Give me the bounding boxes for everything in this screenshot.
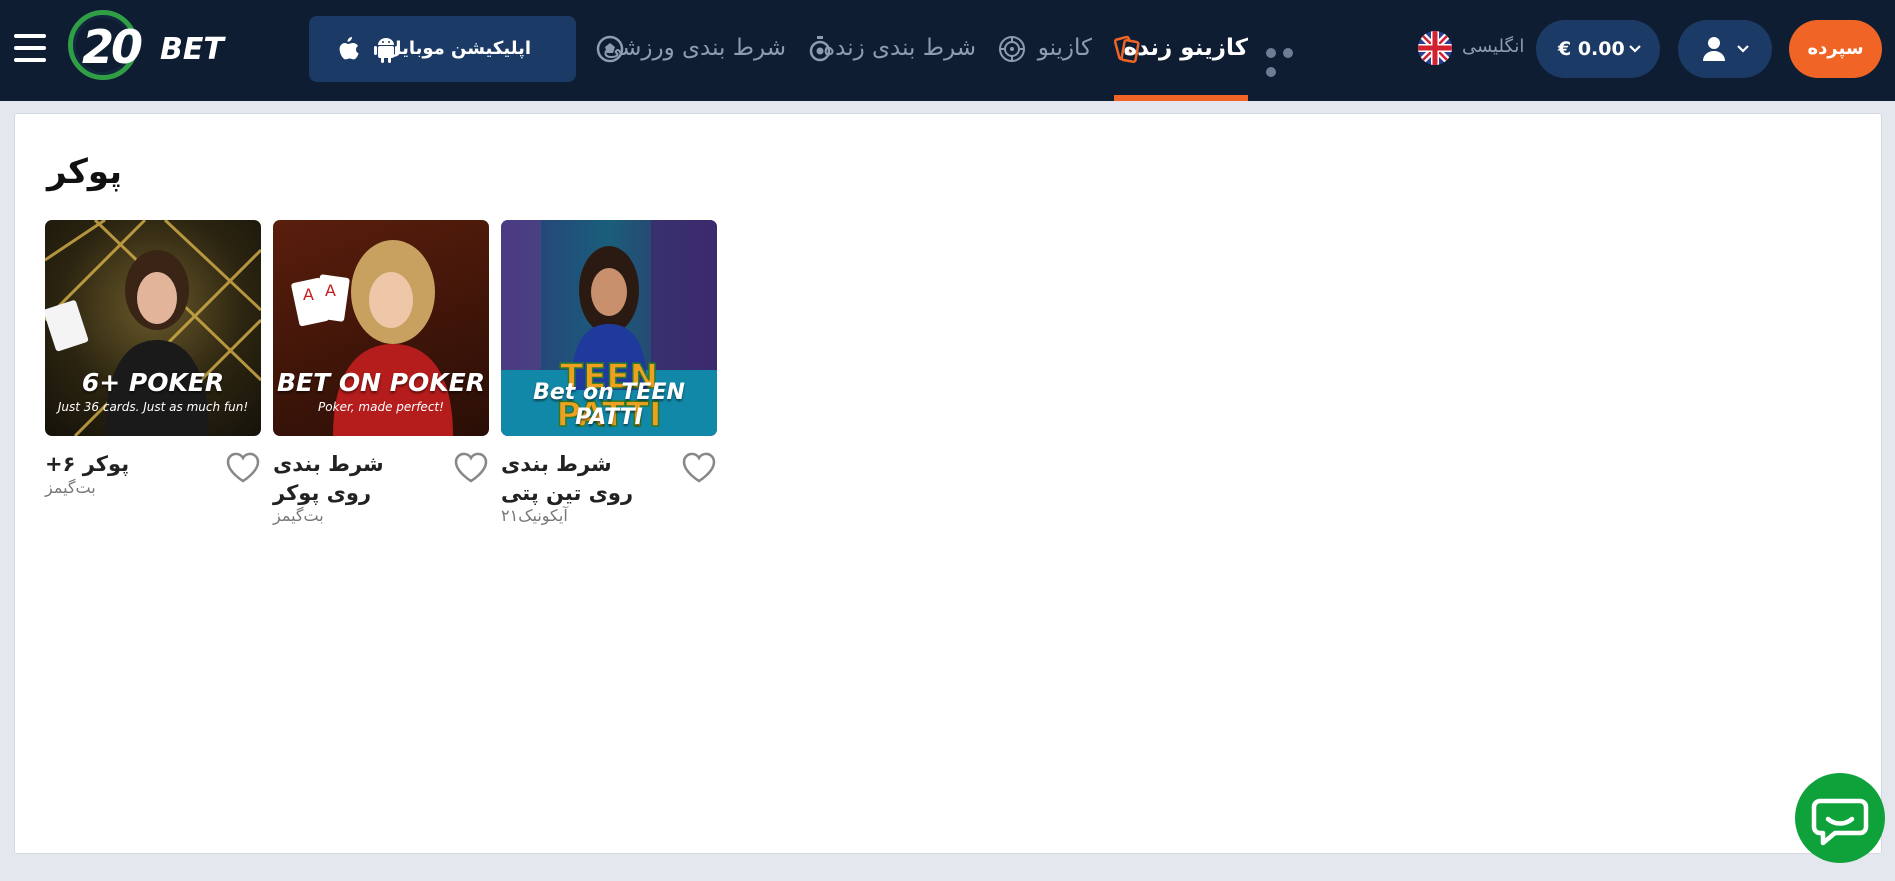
logo-text: BET	[160, 32, 224, 67]
game-card: 6+ POKER Just 36 cards. Just as much fun…	[45, 220, 261, 497]
game-provider: بت‌گیمز	[273, 506, 324, 525]
nav-live-betting[interactable]: شرط بندی زنده	[808, 33, 976, 67]
game-image-title: 6+ POKER	[81, 368, 225, 397]
nav-sports-betting[interactable]: شرط بندی ورزشی	[596, 33, 786, 67]
game-image-title: BET ON POKER	[276, 368, 486, 397]
uk-flag-icon[interactable]	[1418, 31, 1452, 65]
game-provider: بت‌گیمز	[45, 478, 96, 497]
content-card: پوکر 6+ POKER Just 36 cards. Just as muc…	[14, 113, 1882, 854]
balance-button[interactable]: € 0.00	[1536, 20, 1660, 78]
apple-icon	[339, 37, 359, 60]
user-icon	[1703, 37, 1725, 61]
mobile-app-button[interactable]: اپلیکیشن موبایل	[309, 16, 576, 82]
heart-icon[interactable]	[681, 452, 717, 484]
game-provider: آیکونیک۲۱	[501, 506, 568, 525]
roulette-icon	[999, 36, 1025, 62]
heart-icon[interactable]	[225, 452, 261, 484]
game-image-subtitle: Poker, made perfect!	[318, 400, 444, 414]
game-thumbnail[interactable]: 6+ POKER Just 36 cards. Just as much fun…	[45, 220, 261, 436]
language-selector[interactable]: انگلیسی	[1462, 36, 1524, 57]
logo-number: 20	[82, 20, 143, 74]
game-name[interactable]: شرط بندی روی تین پتی	[501, 450, 641, 508]
chevron-down-icon	[1629, 45, 1641, 53]
nav-live-casino[interactable]: کازینو زنده	[1114, 33, 1248, 67]
game-name[interactable]: +پوکر ۶	[45, 450, 195, 479]
user-account-button[interactable]	[1678, 20, 1772, 78]
game-image-subtitle: Just 36 cards. Just as much fun!	[57, 400, 249, 414]
chevron-down-icon	[1737, 45, 1749, 53]
balance-value: € 0.00	[1558, 38, 1625, 60]
game-thumbnail[interactable]: TEEN PATTI Bet on TEEN PATTI	[501, 220, 717, 436]
chat-icon	[1811, 798, 1869, 846]
game-card: TEEN PATTI Bet on TEEN PATTI شرط بندی رو…	[501, 220, 717, 525]
deposit-button[interactable]: سپرده	[1789, 20, 1882, 78]
page-title: پوکر	[47, 152, 123, 192]
top-header: 20 BET اپلیکیشن موبایل شرط بندی ورزشی شر…	[0, 0, 1895, 101]
more-icon[interactable]	[1266, 43, 1316, 77]
svg-text:A: A	[303, 285, 314, 304]
game-card: A A BET ON POKER Poker, made perfect! شر…	[273, 220, 489, 525]
menu-icon[interactable]	[14, 34, 46, 62]
live-chat-button[interactable]	[1795, 773, 1885, 863]
mobile-app-label: اپلیکیشن موبایل	[386, 38, 531, 59]
game-image-title: Bet on TEEN PATTI	[533, 380, 685, 430]
game-name[interactable]: شرط بندی روی پوکر	[273, 450, 418, 508]
logo[interactable]: 20 BET	[68, 10, 228, 82]
nav-casino[interactable]: کازینو	[998, 33, 1092, 67]
heart-icon[interactable]	[453, 452, 489, 484]
svg-text:A: A	[325, 281, 336, 300]
active-nav-indicator	[1114, 95, 1248, 101]
game-thumbnail[interactable]: A A BET ON POKER Poker, made perfect!	[273, 220, 489, 436]
